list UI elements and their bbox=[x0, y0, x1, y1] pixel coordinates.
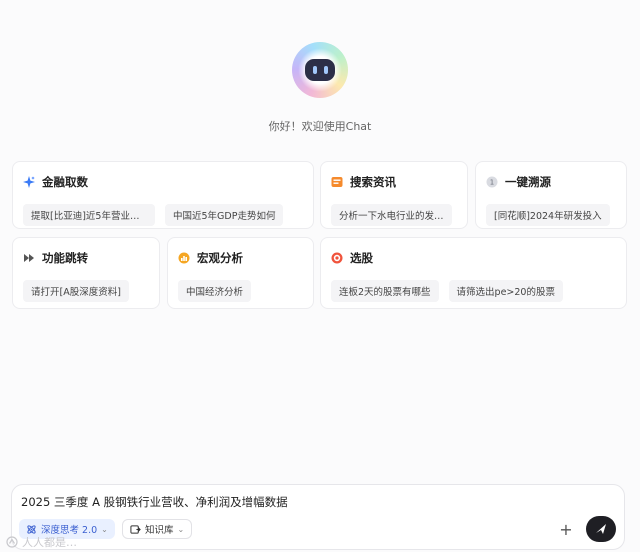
watermark: 人人都是… bbox=[6, 534, 77, 550]
send-icon bbox=[594, 522, 608, 536]
card-finance-data: 金融取数 提取[比亚迪]近5年营业… 中国近5年GDP走势如何 bbox=[12, 161, 314, 229]
fast-forward-icon bbox=[23, 252, 35, 264]
card-stock-picker: 选股 连板2天的股票有哪些 请筛选出pe>20的股票 bbox=[320, 237, 627, 309]
card-title: 搜索资讯 bbox=[350, 175, 396, 189]
atom-icon bbox=[26, 524, 37, 535]
suggestion-chip[interactable]: 连板2天的股票有哪些 bbox=[331, 280, 439, 302]
card-title: 选股 bbox=[350, 251, 373, 265]
suggestion-chip[interactable]: 分析一下水电行业的发… bbox=[331, 204, 452, 226]
card-trace-source: 1 一键溯源 [同花顺]2024年研发投入 bbox=[475, 161, 627, 229]
watermark-logo-icon bbox=[6, 536, 18, 548]
send-button[interactable] bbox=[586, 516, 616, 542]
chevron-down-icon: ⌄ bbox=[177, 524, 185, 534]
knowledge-base-label: 知识库 bbox=[145, 525, 174, 536]
sparkle-icon bbox=[23, 176, 35, 188]
suggestion-chip[interactable]: 请筛选出pe>20的股票 bbox=[448, 280, 563, 302]
card-search-news: 搜索资讯 分析一下水电行业的发… bbox=[320, 161, 468, 229]
svg-text:1: 1 bbox=[490, 179, 494, 187]
knowledge-base-button[interactable]: 知识库 ⌄ bbox=[122, 519, 193, 539]
greeting-text: 你好！欢迎使用Chat bbox=[268, 120, 372, 133]
suggestion-chip[interactable]: 请打开[A股深度资料] bbox=[23, 280, 129, 302]
card-function-jump: 功能跳转 请打开[A股深度资料] bbox=[12, 237, 160, 309]
bot-eye-icon bbox=[312, 66, 317, 74]
suggestion-chip[interactable]: [同花顺]2024年研发投入 bbox=[486, 204, 610, 226]
knowledge-base-icon bbox=[130, 524, 141, 535]
card-title: 金融取数 bbox=[42, 175, 88, 189]
bot-face-icon bbox=[305, 59, 335, 81]
card-title: 宏观分析 bbox=[197, 251, 243, 265]
news-icon bbox=[331, 176, 343, 188]
suggestion-chip[interactable]: 中国经济分析 bbox=[178, 280, 252, 302]
suggestion-chip[interactable]: 提取[比亚迪]近5年营业… bbox=[23, 204, 155, 226]
card-title: 一键溯源 bbox=[505, 175, 551, 189]
watermark-text: 人人都是… bbox=[22, 536, 77, 549]
chat-composer: 2025 三季度 A 股钢铁行业营收、净利润及增幅数据 深度思考 2.0 ⌄ 知… bbox=[11, 484, 625, 550]
macro-chart-icon bbox=[178, 252, 190, 264]
card-title: 功能跳转 bbox=[42, 251, 88, 265]
target-icon bbox=[331, 252, 343, 264]
chat-input[interactable]: 2025 三季度 A 股钢铁行业营收、净利润及增幅数据 bbox=[21, 494, 288, 510]
chevron-down-icon: ⌄ bbox=[101, 524, 108, 534]
trace-icon: 1 bbox=[486, 176, 498, 188]
bot-eye-icon bbox=[323, 66, 328, 74]
add-attachment-button[interactable]: + bbox=[556, 519, 576, 539]
bot-avatar bbox=[292, 42, 348, 98]
welcome-hero: 你好！欢迎使用Chat bbox=[0, 42, 640, 134]
card-macro-analysis: 宏观分析 中国经济分析 bbox=[167, 237, 314, 309]
suggestion-chip[interactable]: 中国近5年GDP走势如何 bbox=[165, 204, 284, 226]
